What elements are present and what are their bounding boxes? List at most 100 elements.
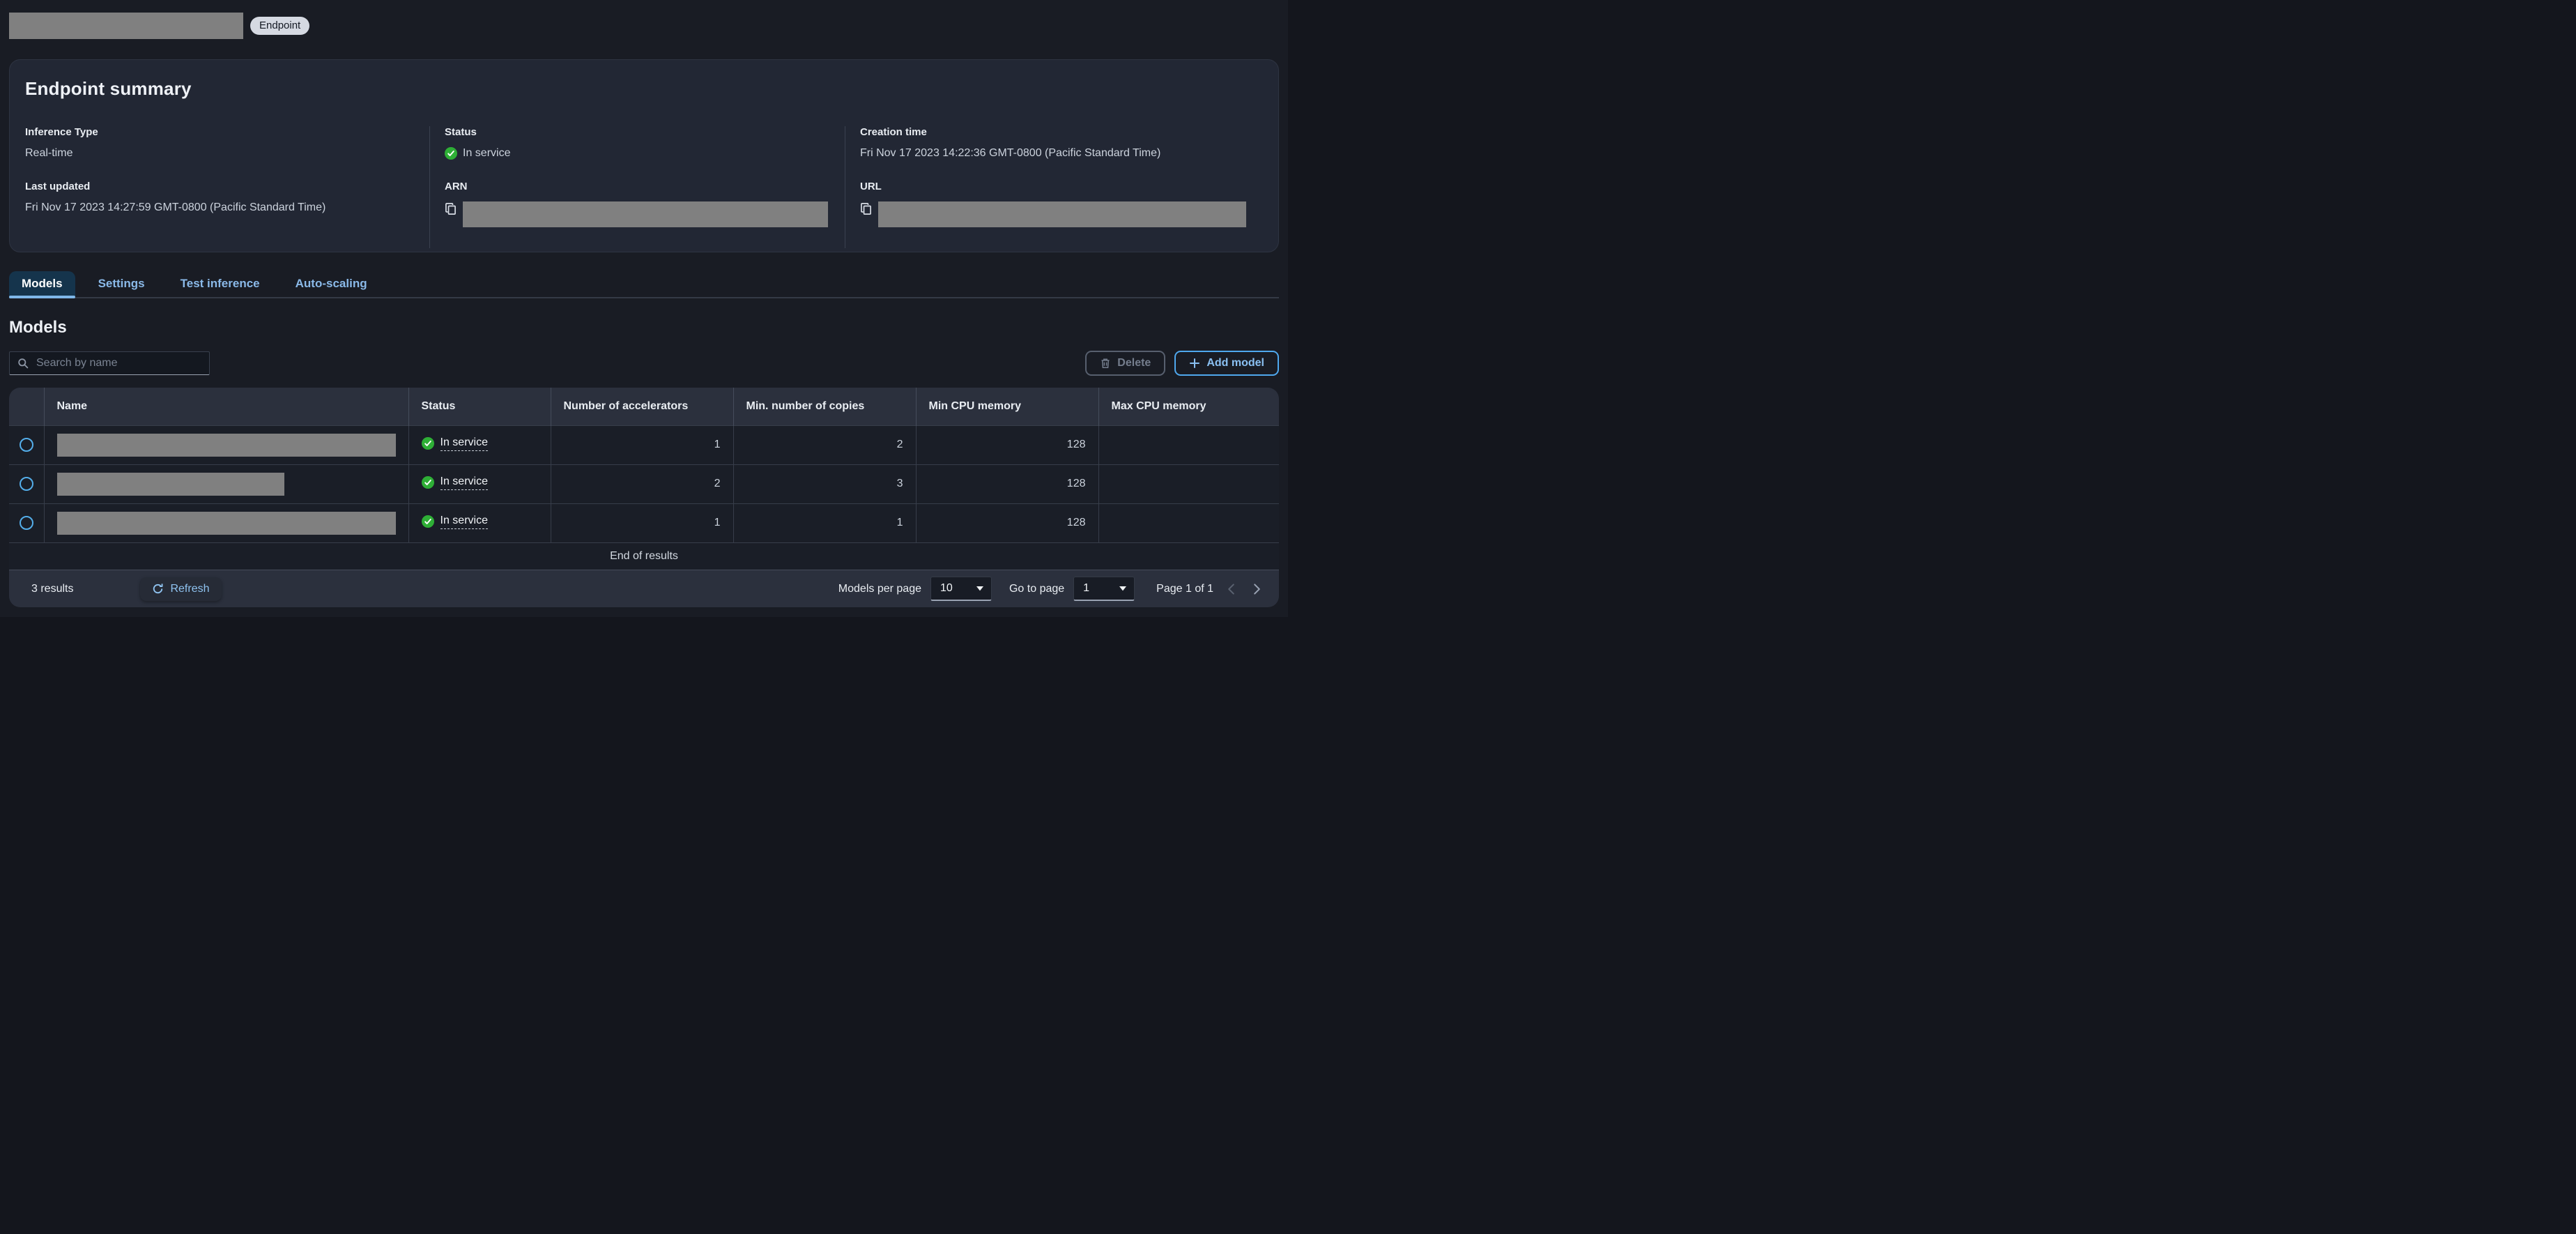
- row-status-link[interactable]: In service: [421, 475, 488, 490]
- header-selection: [9, 388, 45, 425]
- search-input[interactable]: [9, 351, 210, 375]
- table-footer: 3 results Refresh Models per page 10 Go …: [9, 570, 1279, 607]
- row-status-text: In service: [440, 436, 488, 451]
- tab-auto-scaling-label: Auto-scaling: [295, 277, 367, 290]
- model-name-redacted: [56, 511, 396, 535]
- inference-type-label: Inference Type: [25, 126, 98, 138]
- models-heading: Models: [9, 318, 67, 337]
- arn-label: ARN: [445, 181, 468, 192]
- row-min-copies-cell: 3: [733, 464, 917, 503]
- summary-col-1: Inference Type Real-time Last updated Fr…: [25, 126, 429, 248]
- tab-settings-label: Settings: [98, 277, 145, 290]
- creation-time-label: Creation time: [860, 126, 927, 138]
- field-creation-time: Creation time Fri Nov 17 2023 14:22:36 G…: [860, 126, 1246, 160]
- row-name-cell: [44, 503, 409, 542]
- copy-arn-icon[interactable]: [445, 203, 457, 215]
- arn-value: [445, 201, 828, 227]
- endpoint-detail-page: Endpoint Endpoint summary Inference Type…: [0, 0, 1288, 617]
- delete-button-label: Delete: [1117, 357, 1151, 369]
- row-min-copies-cell: 1: [733, 503, 917, 542]
- end-of-results-row: End of results: [9, 542, 1279, 570]
- endpoint-name-redacted: [9, 13, 243, 39]
- goto-page-select[interactable]: 1: [1073, 577, 1135, 601]
- row-status-link[interactable]: In service: [421, 436, 488, 451]
- endpoint-type-badge: Endpoint: [250, 17, 310, 35]
- tab-models[interactable]: Models: [9, 271, 75, 298]
- row-radio[interactable]: [19, 516, 33, 530]
- toolbar-actions: Delete Add model: [1085, 351, 1279, 376]
- status-value: In service: [445, 147, 828, 160]
- models-per-page-select[interactable]: 10: [930, 577, 992, 601]
- row-status-link[interactable]: In service: [421, 515, 488, 529]
- header-accelerators: Number of accelerators: [551, 388, 734, 425]
- chevron-right-icon: [1253, 583, 1260, 595]
- end-of-results-text: End of results: [9, 542, 1279, 570]
- field-last-updated: Last updated Fri Nov 17 2023 14:27:59 GM…: [25, 181, 413, 214]
- row-accelerators-cell: 1: [551, 425, 734, 464]
- row-status-text: In service: [440, 515, 488, 529]
- row-min-cpu-cell: 128: [916, 425, 1099, 464]
- summary-fields: Inference Type Real-time Last updated Fr…: [25, 126, 1263, 248]
- summary-title: Endpoint summary: [25, 78, 192, 99]
- row-radio[interactable]: [19, 438, 33, 452]
- search-icon: [18, 358, 29, 369]
- goto-page-label: Go to page: [1009, 582, 1065, 595]
- models-table-card: Name Status Number of accelerators Min. …: [9, 388, 1279, 607]
- search-box: [9, 351, 210, 375]
- row-max-cpu-cell: [1098, 503, 1279, 542]
- model-name-redacted: [56, 472, 284, 496]
- caret-down-icon: [976, 586, 983, 591]
- summary-col-3: Creation time Fri Nov 17 2023 14:22:36 G…: [845, 126, 1263, 248]
- row-accelerators-cell: 1: [551, 503, 734, 542]
- arn-redacted: [463, 201, 828, 227]
- last-updated-value: Fri Nov 17 2023 14:27:59 GMT-0800 (Pacif…: [25, 201, 326, 213]
- status-success-icon: [421, 476, 434, 489]
- refresh-icon: [153, 584, 163, 594]
- tab-test-inference-label: Test inference: [180, 277, 260, 290]
- goto-page-value: 1: [1083, 582, 1090, 594]
- row-accelerators-cell: 2: [551, 464, 734, 503]
- header-name: Name: [44, 388, 409, 425]
- url-redacted: [878, 201, 1246, 227]
- page-header: Endpoint: [0, 0, 1288, 39]
- inference-type-value: Real-time: [25, 147, 73, 159]
- row-select-cell: [9, 503, 45, 542]
- status-success-icon: [421, 515, 434, 528]
- next-page-button[interactable]: [1248, 581, 1265, 597]
- tab-models-label: Models: [22, 277, 63, 290]
- url-label: URL: [860, 181, 882, 192]
- per-page-value: 10: [940, 582, 953, 594]
- detail-tabs: Models Settings Test inference Auto-scal…: [9, 271, 1279, 298]
- header-max-cpu: Max CPU memory: [1098, 388, 1279, 425]
- page-indicator: Page 1 of 1: [1156, 582, 1213, 595]
- endpoint-summary-panel: Endpoint summary Inference Type Real-tim…: [9, 59, 1279, 252]
- models-toolbar: Delete Add model: [9, 351, 1279, 376]
- refresh-button-label: Refresh: [170, 582, 210, 595]
- previous-page-button[interactable]: [1222, 581, 1239, 597]
- chevron-left-icon: [1227, 583, 1234, 595]
- row-status-cell: In service: [408, 503, 551, 542]
- results-count: 3 results: [31, 582, 74, 595]
- creation-time-value: Fri Nov 17 2023 14:22:36 GMT-0800 (Pacif…: [860, 147, 1161, 159]
- status-text: In service: [463, 147, 511, 159]
- tab-test-inference[interactable]: Test inference: [168, 271, 273, 297]
- delete-button[interactable]: Delete: [1085, 351, 1166, 376]
- status-success-icon: [421, 437, 434, 450]
- tab-auto-scaling[interactable]: Auto-scaling: [283, 271, 380, 297]
- add-model-button-label: Add model: [1206, 357, 1264, 369]
- header-min-copies: Min. number of copies: [733, 388, 917, 425]
- field-inference-type: Inference Type Real-time: [25, 126, 413, 160]
- table-row: In service 1 2 128: [9, 425, 1279, 464]
- table-row: In service 2 3 128: [9, 464, 1279, 503]
- table-row: In service 1 1 128: [9, 503, 1279, 542]
- row-radio[interactable]: [19, 477, 33, 491]
- header-status: Status: [408, 388, 551, 425]
- tab-settings[interactable]: Settings: [86, 271, 158, 297]
- pagination-controls: Models per page 10 Go to page 1 Page 1 o…: [838, 577, 1265, 601]
- refresh-button[interactable]: Refresh: [140, 577, 222, 601]
- add-model-button[interactable]: Add model: [1174, 351, 1279, 376]
- copy-url-icon[interactable]: [860, 203, 872, 215]
- row-min-cpu-cell: 128: [916, 464, 1099, 503]
- plus-icon: [1190, 358, 1200, 368]
- models-table: Name Status Number of accelerators Min. …: [9, 388, 1279, 570]
